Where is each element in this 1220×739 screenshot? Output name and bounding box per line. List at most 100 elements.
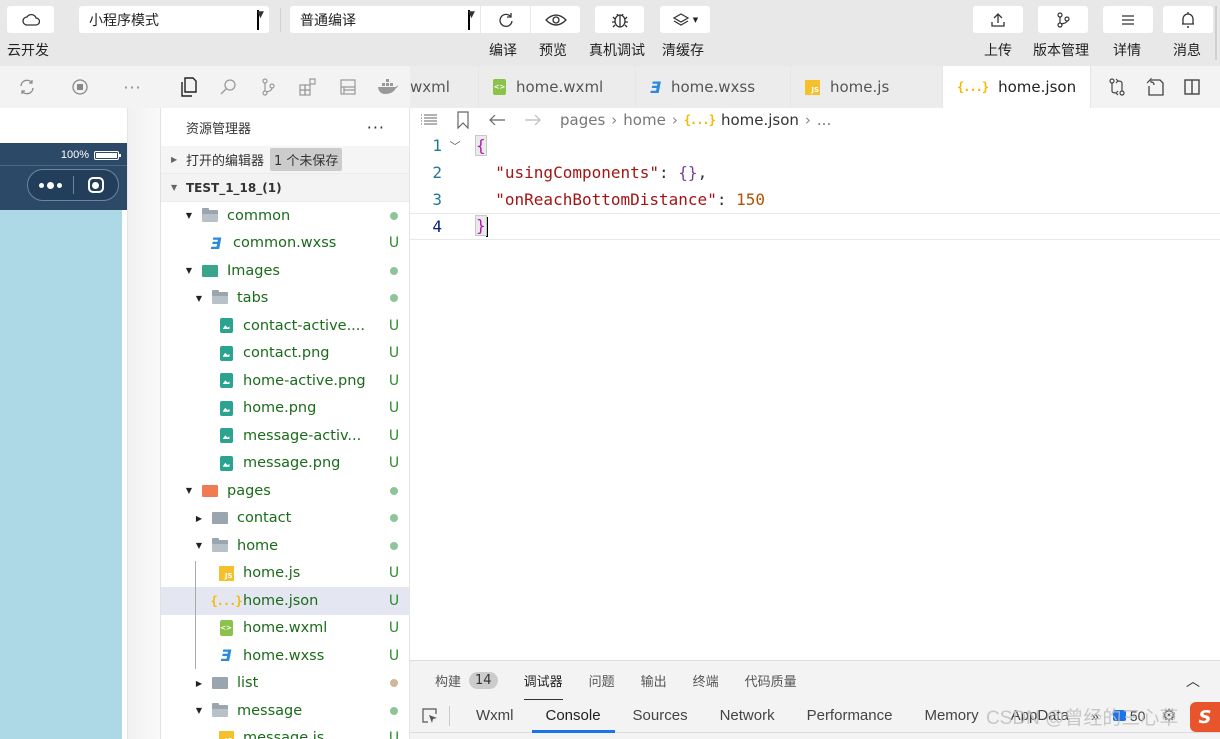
- explorer-more-button[interactable]: ···: [367, 118, 385, 137]
- devtools-tab-network[interactable]: Network: [704, 699, 791, 733]
- tree-item[interactable]: {...} home.json U: [161, 587, 409, 615]
- chevron-down-icon[interactable]: ▼: [183, 211, 195, 220]
- chevron-up-icon[interactable]: ︿: [1186, 671, 1200, 691]
- capsule-close-button[interactable]: [74, 177, 118, 193]
- tab-home-wxml[interactable]: <> home.wxml: [479, 66, 636, 108]
- scm-activity-button[interactable]: [248, 77, 288, 97]
- devtools-tab-wxml[interactable]: Wxml: [460, 699, 530, 733]
- tree-item[interactable]: message.png U: [161, 450, 409, 478]
- js-file-icon: JS: [805, 79, 820, 95]
- breadcrumb-item[interactable]: home.json: [721, 111, 799, 129]
- tab-debugger[interactable]: 调试器: [523, 671, 563, 700]
- tree-item[interactable]: home-active.png U: [161, 367, 409, 395]
- chevron-down-icon[interactable]: ▼: [193, 706, 205, 715]
- preview-label: 预览: [539, 43, 567, 59]
- chevron-down-icon[interactable]: ▼: [183, 486, 195, 495]
- forward-button[interactable]: [524, 113, 542, 127]
- phone-screen[interactable]: [0, 143, 122, 739]
- chevron-right-icon: ›: [804, 111, 811, 129]
- chevron-down-icon[interactable]: ▼: [193, 541, 205, 550]
- devtools-tab-console[interactable]: Console: [530, 699, 617, 733]
- inspect-element-button[interactable]: [410, 705, 450, 726]
- devtools-tab-appdata[interactable]: AppData: [995, 699, 1085, 733]
- json-value: 150: [736, 190, 765, 209]
- tab-label: AppData: [1010, 707, 1070, 724]
- breadcrumb-item[interactable]: home: [623, 111, 666, 129]
- layout-activity-button[interactable]: [328, 78, 368, 96]
- sim-stop-button[interactable]: [53, 78, 106, 96]
- tree-item[interactable]: ▼ home: [161, 532, 409, 560]
- preview-button[interactable]: [531, 6, 580, 33]
- docker-activity-button[interactable]: [368, 79, 408, 95]
- chevron-down-icon[interactable]: ▼: [183, 266, 195, 275]
- open-file-icon[interactable]: [1145, 77, 1165, 97]
- tab-terminal[interactable]: 终端: [693, 671, 719, 690]
- toolbar-scrollbar[interactable]: [1215, 6, 1217, 60]
- tree-item[interactable]: JS message.js U: [161, 725, 409, 739]
- tree-item[interactable]: ▼ common: [161, 202, 409, 230]
- tree-item[interactable]: Ǝhome.wxss U: [161, 642, 409, 670]
- breadcrumb-item[interactable]: ...: [817, 111, 831, 129]
- compile-button[interactable]: [481, 6, 530, 33]
- code-line: 1 ﹀ {: [410, 132, 1220, 159]
- chevron-right-icon[interactable]: ▶: [193, 679, 205, 688]
- tree-item[interactable]: Ǝcommon.wxss U: [161, 230, 409, 258]
- upload-button[interactable]: [973, 6, 1023, 33]
- tree-item[interactable]: ▶ contact: [161, 505, 409, 533]
- tab-home-js[interactable]: JS home.js: [791, 66, 943, 108]
- compile-select[interactable]: 普通编译 ▼: [290, 6, 480, 33]
- tab-home-json[interactable]: {...} home.json: [943, 66, 1091, 108]
- tree-item[interactable]: ▼ pages: [161, 477, 409, 505]
- extensions-activity-button[interactable]: [288, 77, 328, 97]
- project-section[interactable]: ▼ TEST_1_18_(1): [161, 174, 409, 202]
- messages-button[interactable]: [1163, 6, 1213, 33]
- split-editor-icon[interactable]: [1183, 78, 1201, 96]
- tab-build[interactable]: 构建 14: [435, 671, 498, 690]
- compare-changes-icon[interactable]: [1107, 77, 1127, 97]
- tree-item[interactable]: contact-active.... U: [161, 312, 409, 340]
- tab-problems[interactable]: 问题: [589, 671, 615, 690]
- chevron-down-icon[interactable]: ▼: [193, 294, 205, 303]
- tab-output[interactable]: 输出: [641, 671, 667, 690]
- tree-item[interactable]: ▼ Images: [161, 257, 409, 285]
- clear-cache-button[interactable]: ▼: [660, 6, 710, 33]
- capsule-menu-button[interactable]: [28, 181, 73, 189]
- tree-item[interactable]: JS home.js U: [161, 560, 409, 588]
- tree-item[interactable]: ▼ message: [161, 697, 409, 725]
- tree-item[interactable]: <> home.wxml U: [161, 615, 409, 643]
- tab-partial-wxml[interactable]: wxml: [410, 66, 479, 108]
- outline-button[interactable]: [420, 113, 438, 127]
- tab-home-wxss[interactable]: Ǝ home.wxss: [636, 66, 791, 108]
- tree-item[interactable]: message-activ... U: [161, 422, 409, 450]
- code-editor[interactable]: 1 ﹀ { 2 "usingComponents": {}, 3 "onReac…: [410, 132, 1220, 660]
- more-tabs-button[interactable]: »: [1085, 708, 1105, 724]
- tree-item[interactable]: contact.png U: [161, 340, 409, 368]
- devtools-tab-performance[interactable]: Performance: [791, 699, 909, 733]
- tree-item[interactable]: ▶ list: [161, 670, 409, 698]
- untracked-status: U: [388, 235, 400, 252]
- gear-icon[interactable]: ⚙: [1153, 706, 1184, 726]
- sim-refresh-button[interactable]: [0, 78, 53, 96]
- devtools-tab-memory[interactable]: Memory: [908, 699, 994, 733]
- file-tree: ▼ common Ǝcommon.wxss U ▼ Images ▼ tabs contact-…: [161, 202, 409, 739]
- tree-item[interactable]: home.png U: [161, 395, 409, 423]
- sim-more-button[interactable]: ···: [106, 78, 159, 97]
- message-counter[interactable]: 50: [1105, 708, 1154, 724]
- tab-code-quality[interactable]: 代码质量: [745, 671, 797, 690]
- tree-item[interactable]: ▼ tabs: [161, 285, 409, 313]
- version-control-button[interactable]: [1038, 6, 1088, 33]
- remote-debug-button[interactable]: [595, 6, 644, 33]
- breadcrumb-item[interactable]: pages: [560, 111, 605, 129]
- mode-select[interactable]: 小程序模式 ▼: [79, 6, 269, 33]
- chevron-right-icon[interactable]: ▶: [193, 514, 205, 523]
- back-button[interactable]: [488, 113, 506, 127]
- devtools-tab-sources[interactable]: Sources: [617, 699, 704, 733]
- details-button[interactable]: [1103, 6, 1153, 33]
- cloud-dev-button[interactable]: [7, 6, 54, 33]
- open-editors-section[interactable]: ▶ 打开的编辑器 1 个未保存: [161, 146, 409, 174]
- explorer-activity-button[interactable]: [168, 77, 208, 97]
- search-activity-button[interactable]: [208, 78, 248, 96]
- bookmark-button[interactable]: [456, 111, 470, 129]
- files-icon: [181, 77, 197, 97]
- fold-chevron-icon[interactable]: ﹀: [442, 138, 468, 154]
